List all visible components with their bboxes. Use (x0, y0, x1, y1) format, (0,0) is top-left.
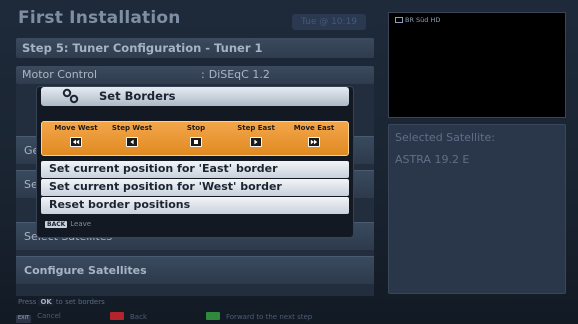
fast-rewind-icon (70, 137, 82, 147)
installation-screen: First Installation Tue @ 10:19 Step 5: T… (0, 0, 578, 324)
control-move-east[interactable]: Move East (284, 124, 344, 151)
hint-suffix: to set borders (55, 298, 105, 306)
option-reset-borders[interactable]: Reset border positions (41, 197, 349, 214)
page-title: First Installation (18, 8, 181, 28)
settings-gears-icon (62, 88, 79, 104)
satellite-info-panel: Selected Satellite: ASTRA 19.2 E (388, 124, 566, 294)
green-key-icon (206, 312, 220, 320)
tv-icon (395, 17, 403, 23)
menu-item-configure-satellites[interactable]: Configure Satellites (16, 256, 374, 284)
red-key-icon (110, 312, 124, 320)
control-stop-label: Stop (186, 124, 206, 132)
channel-name: BR Süd HD (405, 16, 441, 24)
clock: Tue @ 10:19 (292, 14, 366, 30)
control-step-east-label: Step East (237, 124, 275, 132)
footer-cancel-label: Cancel (37, 312, 61, 320)
motor-control-value-text: DiSEqC 1.2 (208, 68, 270, 81)
back-key-icon: BACK (45, 221, 68, 228)
tv-preview: BR Süd HD (388, 12, 566, 118)
selected-satellite-label: Selected Satellite: (395, 131, 495, 144)
hint-prefix: Press (18, 298, 37, 306)
dialog-header: Set Borders (41, 87, 349, 106)
control-step-east[interactable]: Step East (226, 124, 286, 151)
control-move-west[interactable]: Move West (46, 124, 106, 151)
motor-control-row[interactable]: Motor Control : DiSEqC 1.2 (16, 66, 374, 84)
fast-forward-icon (308, 137, 320, 147)
control-step-west[interactable]: Step West (102, 124, 162, 151)
motor-control-value: : DiSEqC 1.2 (201, 68, 270, 81)
ok-key-icon: OK (38, 298, 54, 306)
footer-cancel[interactable]: EXIT Cancel (16, 312, 61, 323)
hint-text: Press OK to set borders (18, 298, 105, 306)
footer-forward-label: Forward to the next step (226, 313, 313, 321)
control-step-west-label: Step West (111, 124, 153, 132)
stop-icon (190, 137, 202, 147)
footer-forward[interactable]: Forward to the next step (206, 312, 312, 321)
control-move-west-label: Move West (54, 124, 98, 132)
motor-controls-bar: Move West Step West Stop Step East Move … (41, 121, 349, 156)
selected-satellite-value: ASTRA 19.2 E (395, 153, 470, 166)
step-header: Step 5: Tuner Configuration - Tuner 1 (16, 38, 374, 58)
motor-control-separator: : (201, 68, 205, 81)
set-borders-dialog: Set Borders Move West Step West Stop Ste… (36, 86, 354, 238)
leave-hint[interactable]: BACK Leave (45, 220, 91, 228)
control-move-east-label: Move East (293, 124, 335, 132)
option-set-east-border[interactable]: Set current position for 'East' border (41, 161, 349, 178)
motor-control-label: Motor Control (22, 68, 98, 81)
leave-label: Leave (70, 220, 92, 228)
option-set-west-border[interactable]: Set current position for 'West' border (41, 179, 349, 196)
dialog-title: Set Borders (99, 89, 176, 103)
footer-bar: EXIT Cancel Back Forward to the next step (16, 312, 556, 323)
step-right-icon (250, 137, 262, 147)
step-title: Step 5: Tuner Configuration - Tuner 1 (22, 41, 263, 55)
exit-key-icon: EXIT (16, 315, 32, 323)
control-stop[interactable]: Stop (166, 124, 226, 151)
footer-back[interactable]: Back (110, 312, 147, 321)
footer-back-label: Back (130, 313, 147, 321)
menu-item-configure-satellites-label: Configure Satellites (24, 264, 147, 277)
step-left-icon (126, 137, 138, 147)
channel-tag: BR Süd HD (395, 16, 440, 24)
